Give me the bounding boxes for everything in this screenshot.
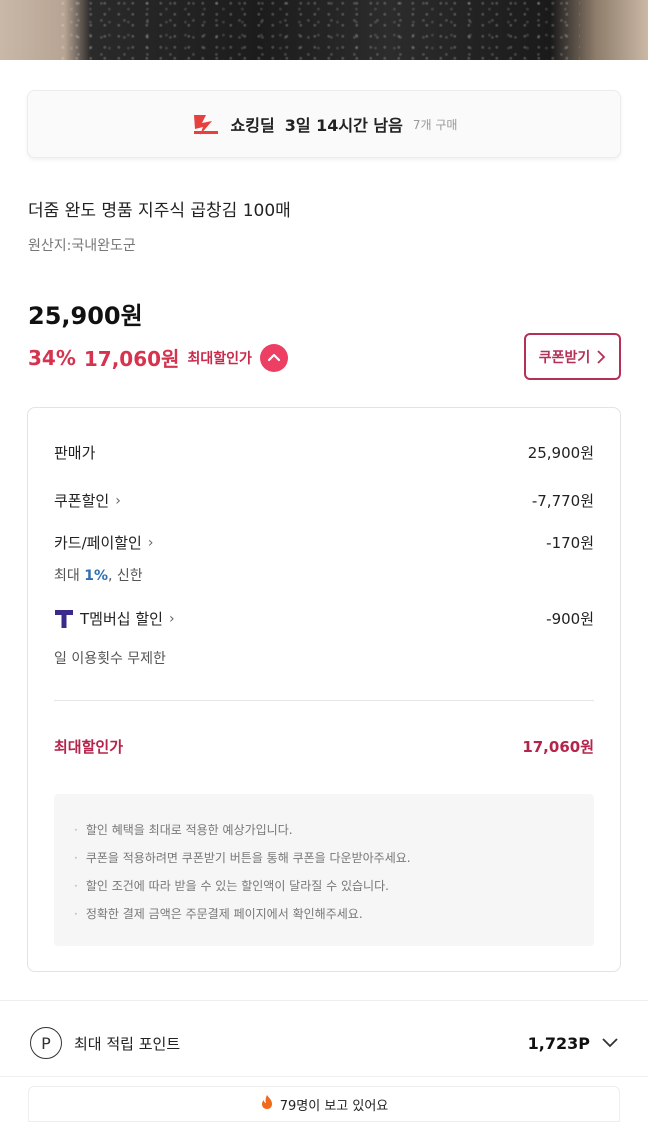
max-points-value: 1,723P — [527, 1033, 590, 1053]
point-icon: P — [30, 1027, 62, 1059]
tmembership-value: -900원 — [546, 610, 594, 628]
coupon-discount-label: 쿠폰할인 — [54, 492, 110, 510]
discount-breakdown-panel: 판매가 25,900원 쿠폰할인 › -7,770원 카드/페이할인 › -17… — [27, 407, 621, 972]
coupon-download-button[interactable]: 쿠폰받기 — [524, 333, 621, 380]
chevron-right-icon: › — [147, 534, 154, 551]
tmembership-detail: 일 이용횟수 무제한 — [54, 651, 166, 667]
max-discount-total-value: 17,060원 — [522, 738, 594, 756]
sale-price-value: 25,900원 — [527, 444, 594, 462]
product-origin: 원산지:국내완도군 — [28, 238, 136, 254]
viewers-banner: 79명이 보고 있어요 — [28, 1086, 620, 1122]
discount-price: 17,060원 — [83, 347, 180, 371]
chevron-up-icon — [267, 353, 280, 361]
coupon-discount-row[interactable]: 쿠폰할인 › -7,770원 — [54, 490, 594, 511]
coupon-button-label: 쿠폰받기 — [538, 349, 591, 366]
max-points-label: 최대 적립 포인트 — [74, 1034, 181, 1053]
shocking-deal-banner: 쇼킹딜 3일 14시간 남음 7개 구매 — [27, 90, 621, 158]
card-discount-detail: 최대 1%, 신한 — [54, 568, 143, 584]
tmembership-row[interactable]: T멤버십 할인 › -900원 — [54, 608, 594, 629]
original-price: 25,900원 — [28, 302, 143, 330]
card-discount-row[interactable]: 카드/페이할인 › -170원 — [54, 532, 594, 553]
card-discount-label: 카드/페이할인 — [54, 534, 142, 552]
fire-icon — [260, 1094, 274, 1114]
discount-price-row: 34% 17,060원 최대할인가 — [28, 343, 288, 372]
lightning-icon — [191, 109, 221, 139]
chevron-right-icon: › — [115, 492, 121, 509]
purchase-count: 7개 구매 — [412, 117, 458, 132]
coupon-discount-value: -7,770원 — [531, 492, 594, 510]
chevron-down-icon[interactable] — [602, 1038, 618, 1048]
viewers-text: 79명이 보고 있어요 — [279, 1098, 389, 1114]
max-points-row[interactable]: P 최대 적립 포인트 1,723P — [30, 1025, 618, 1061]
notice-item: 할인 혜택을 최대로 적용한 예상가입니다. — [74, 816, 574, 844]
collapse-button[interactable] — [259, 343, 288, 372]
remaining-time: 3일 14시간 남음 — [284, 116, 403, 135]
sale-price-row: 판매가 25,900원 — [54, 442, 594, 463]
product-title: 더줌 완도 명품 지주식 곱창김 100매 — [28, 201, 291, 221]
max-discount-total-label: 최대할인가 — [54, 738, 124, 756]
notice-item: 쿠폰을 적용하려면 쿠폰받기 버튼을 통해 쿠폰을 다운받아주세요. — [74, 844, 574, 872]
t-membership-icon — [54, 609, 74, 629]
product-image — [0, 0, 648, 60]
discount-notice: 할인 혜택을 최대로 적용한 예상가입니다. 쿠폰을 적용하려면 쿠폰받기 버튼… — [54, 794, 594, 946]
tmembership-label: T멤버십 할인 — [80, 610, 163, 628]
chevron-right-icon — [597, 349, 606, 364]
discount-rate: 34% — [28, 345, 76, 370]
max-discount-row: 최대할인가 17,060원 — [54, 736, 594, 757]
divider — [54, 700, 594, 701]
max-discount-label: 최대할인가 — [187, 350, 252, 367]
notice-item: 정확한 결제 금액은 주문결제 페이지에서 확인해주세요. — [74, 900, 574, 928]
divider — [0, 1000, 648, 1001]
chevron-right-icon: › — [168, 610, 175, 627]
card-discount-value: -170원 — [546, 534, 594, 552]
sale-price-label: 판매가 — [54, 444, 96, 462]
notice-item: 할인 조건에 따라 받을 수 있는 할인액이 달라질 수 있습니다. — [74, 872, 574, 900]
shocking-deal-label: 쇼킹딜 — [230, 116, 275, 135]
